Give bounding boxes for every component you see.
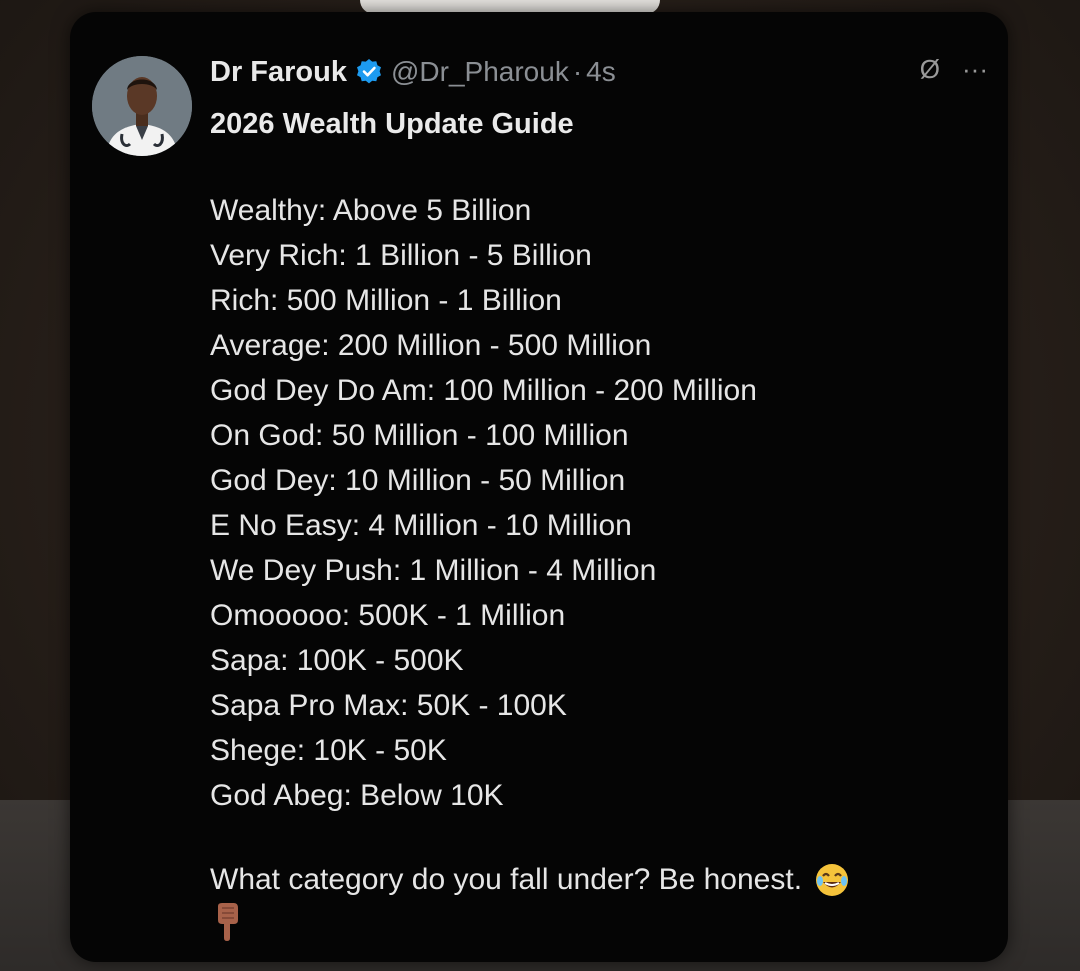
avatar[interactable] bbox=[92, 56, 192, 156]
question-text: What category do you fall under? Be hone… bbox=[210, 863, 803, 896]
list-item: Rich: 500 Million - 1 Billion bbox=[210, 284, 562, 317]
author-handle[interactable]: @Dr_Pharouk bbox=[391, 56, 569, 88]
list-item: Sapa: 100K - 500K bbox=[210, 644, 464, 677]
post-header: Dr Farouk @Dr_Pharouk · 4s bbox=[210, 52, 968, 92]
pointing-down-emoji bbox=[210, 902, 244, 942]
list-item: God Abeg: Below 10K bbox=[210, 779, 504, 812]
list-item: Omooooo: 500K - 1 Million bbox=[210, 599, 566, 632]
list-item: Very Rich: 1 Billion - 5 Billion bbox=[210, 239, 592, 272]
list-item: E No Easy: 4 Million - 10 Million bbox=[210, 509, 632, 542]
tears-of-joy-emoji bbox=[814, 862, 850, 898]
post-question: What category do you fall under? Be hone… bbox=[210, 862, 850, 898]
separator-dot: · bbox=[572, 56, 583, 87]
author-name[interactable]: Dr Farouk bbox=[210, 56, 347, 89]
list-item: On God: 50 Million - 100 Million bbox=[210, 419, 629, 452]
post-timestamp[interactable]: 4s bbox=[586, 56, 616, 88]
list-item: Shege: 10K - 50K bbox=[210, 734, 447, 767]
list-item: Wealthy: Above 5 Billion bbox=[210, 194, 532, 227]
post-card[interactable]: Dr Farouk @Dr_Pharouk · 4s Ø ··· 2026 We… bbox=[70, 12, 1008, 962]
list-item: Average: 200 Million - 500 Million bbox=[210, 329, 652, 362]
list-item: We Dey Push: 1 Million - 4 Million bbox=[210, 554, 657, 587]
verified-badge-icon bbox=[355, 58, 383, 86]
list-item: God Dey Do Am: 100 Million - 200 Million bbox=[210, 374, 757, 407]
post-title: 2026 Wealth Update Guide bbox=[210, 108, 574, 140]
wealth-tier-list: Wealthy: Above 5 Billion Very Rich: 1 Bi… bbox=[210, 188, 757, 818]
grok-icon[interactable]: Ø bbox=[920, 56, 940, 82]
more-icon[interactable]: ··· bbox=[962, 56, 988, 82]
post-actions-top: Ø ··· bbox=[920, 56, 988, 82]
list-item: God Dey: 10 Million - 50 Million bbox=[210, 464, 626, 497]
list-item: Sapa Pro Max: 50K - 100K bbox=[210, 689, 567, 722]
